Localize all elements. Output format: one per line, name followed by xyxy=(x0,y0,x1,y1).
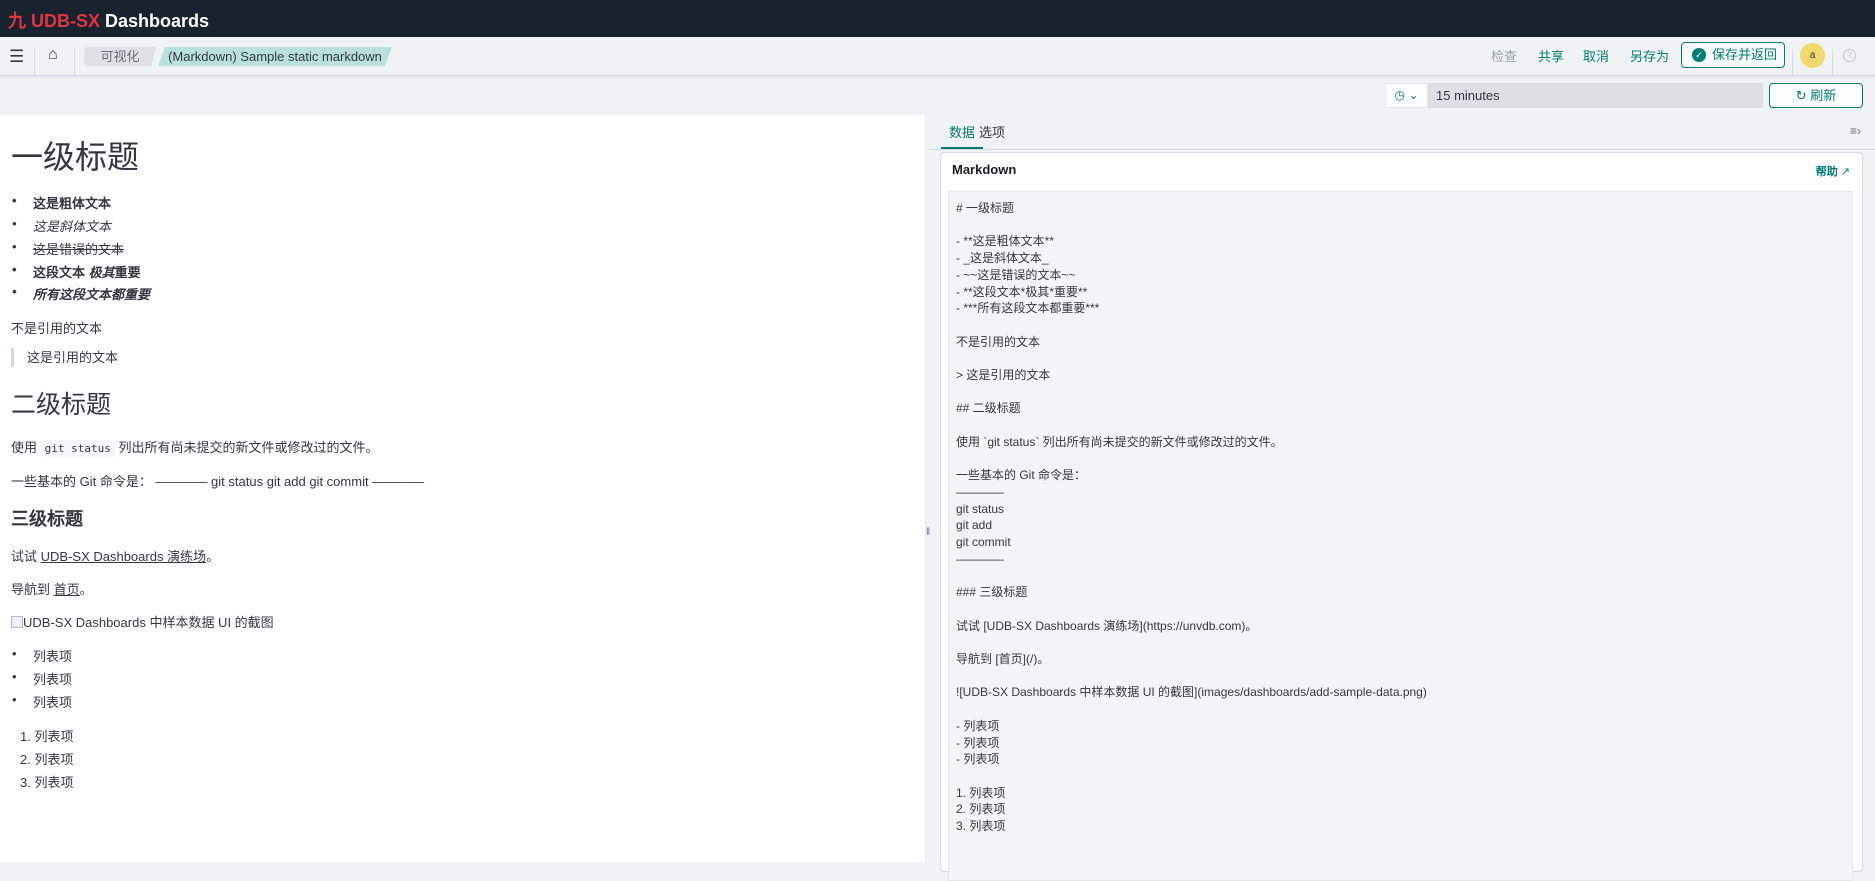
tab-options[interactable]: 选项 xyxy=(979,122,1005,147)
card-title: Markdown xyxy=(952,162,1017,177)
app-logo[interactable]: 九 UDB-SX Dashboards xyxy=(8,7,209,33)
heading-2: 二级标题 xyxy=(11,391,112,419)
blockquote: 这是引用的文本 xyxy=(11,348,118,367)
refresh-icon: ↻ xyxy=(1795,88,1807,103)
list-item-bold: 这是粗体文本 xyxy=(12,193,111,212)
markdown-preview: 一级标题 这是粗体文本 这是斜体文本 这是错误的文本 这段文本 极其重要 所有这… xyxy=(0,115,925,862)
text: 导航到 xyxy=(11,582,54,597)
logo-text: Dashboards xyxy=(100,11,210,31)
broken-image: UDB-SX Dashboards 中样本数据 UI 的截图 xyxy=(11,612,274,631)
logo-brand: UDB-SX xyxy=(31,11,101,31)
editor-tabs: 数据 选项 xyxy=(929,115,1875,150)
ordered-list-item: 3. 列表项 xyxy=(20,775,74,790)
cancel-button[interactable]: 取消 xyxy=(1583,47,1609,66)
avatar[interactable]: a xyxy=(1800,43,1825,68)
save-and-return-button[interactable]: ✓ 保存并返回 xyxy=(1681,42,1785,68)
breadcrumb-visualize[interactable]: 可视化 xyxy=(84,47,156,66)
inspect-button[interactable]: 检查 xyxy=(1491,47,1517,66)
home-link[interactable]: 首页 xyxy=(54,582,80,597)
text: 。 xyxy=(79,582,93,597)
refresh-label: 刷新 xyxy=(1810,88,1837,103)
heading-3: 三级标题 xyxy=(11,509,83,529)
top-header: 九 UDB-SX Dashboards xyxy=(0,0,1875,37)
image-alt-text: UDB-SX Dashboards 中样本数据 UI 的截图 xyxy=(23,615,274,630)
ordered-list-item: 2. 列表项 xyxy=(20,752,74,767)
external-link-icon: ↗ xyxy=(1840,166,1850,178)
nav-paragraph: 导航到 首页。 xyxy=(11,579,93,598)
text: 重要 xyxy=(114,265,141,280)
ordered-list-item: 1. 列表项 xyxy=(20,729,74,744)
collapse-sidebar-icon[interactable]: ≡› xyxy=(1850,124,1861,138)
menu-icon[interactable]: ☰ xyxy=(9,47,24,67)
resize-handle-icon[interactable]: ‖ xyxy=(926,527,930,538)
heading-1: 一级标题 xyxy=(11,139,140,175)
quick-select-button[interactable]: ◷ ⌄ xyxy=(1385,83,1428,108)
try-paragraph: 试试 UDB-SX Dashboards 演练场。 xyxy=(11,546,219,565)
panel-resizer[interactable] xyxy=(925,115,929,862)
check-icon: ✓ xyxy=(1692,48,1706,62)
save-and-return-label: 保存并返回 xyxy=(1712,47,1778,62)
text: 试试 xyxy=(11,549,41,564)
clock-icon: ◷ xyxy=(1394,88,1406,102)
help-label: 帮助 xyxy=(1815,166,1838,178)
chevron-down-icon: ⌄ xyxy=(1408,88,1419,102)
breadcrumb-bar: ☰ ⌂ 可视化 (Markdown) Sample static markdow… xyxy=(0,37,1875,76)
time-range-input[interactable]: 15 minutes xyxy=(1428,83,1763,108)
save-as-button[interactable]: 另存为 xyxy=(1630,47,1669,66)
text: 这段文本 xyxy=(33,265,89,280)
list-item-strike: 这是错误的文本 xyxy=(12,239,124,258)
markdown-card: Markdown 帮助 ↗ # 一级标题 - **这是粗体文本** - _这是斜… xyxy=(940,152,1863,881)
list-item: 列表项 xyxy=(12,692,72,711)
text: 列出所有尚未提交的新文件或修改过的文件。 xyxy=(114,440,379,455)
list-item-italic: 这是斜体文本 xyxy=(12,216,111,235)
refresh-button[interactable]: ↻ 刷新 xyxy=(1769,83,1863,108)
text: 使用 xyxy=(11,440,41,455)
list-item-all-important: 所有这段文本都重要 xyxy=(12,284,150,303)
playground-link[interactable]: UDB-SX Dashboards 演练场 xyxy=(41,549,206,564)
paragraph: 不是引用的文本 xyxy=(11,321,103,336)
list-item: 列表项 xyxy=(12,646,72,665)
list-item: 列表项 xyxy=(12,669,72,688)
broken-image-icon xyxy=(11,616,23,628)
list-item-important: 这段文本 极其重要 xyxy=(12,262,141,281)
git-commands-paragraph: 一些基本的 Git 命令是： ———— git status git add g… xyxy=(11,474,425,489)
help-icon[interactable]: ? xyxy=(1843,49,1856,62)
help-link[interactable]: 帮助 ↗ xyxy=(1816,163,1850,179)
breadcrumb-current: (Markdown) Sample static markdown xyxy=(158,47,392,66)
text-emphasis: 极其 xyxy=(88,265,115,280)
inline-code: git status xyxy=(40,440,115,457)
logo-glyph: 九 xyxy=(8,11,26,31)
share-button[interactable]: 共享 xyxy=(1538,47,1564,66)
text: 。 xyxy=(206,549,220,564)
git-status-paragraph: 使用 git status 列出所有尚未提交的新文件或修改过的文件。 xyxy=(11,437,379,457)
home-icon[interactable]: ⌂ xyxy=(48,46,58,64)
tab-data[interactable]: 数据 xyxy=(941,122,984,149)
markdown-editor[interactable]: # 一级标题 - **这是粗体文本** - _这是斜体文本_ - ~~这是错误的… xyxy=(948,191,1853,881)
